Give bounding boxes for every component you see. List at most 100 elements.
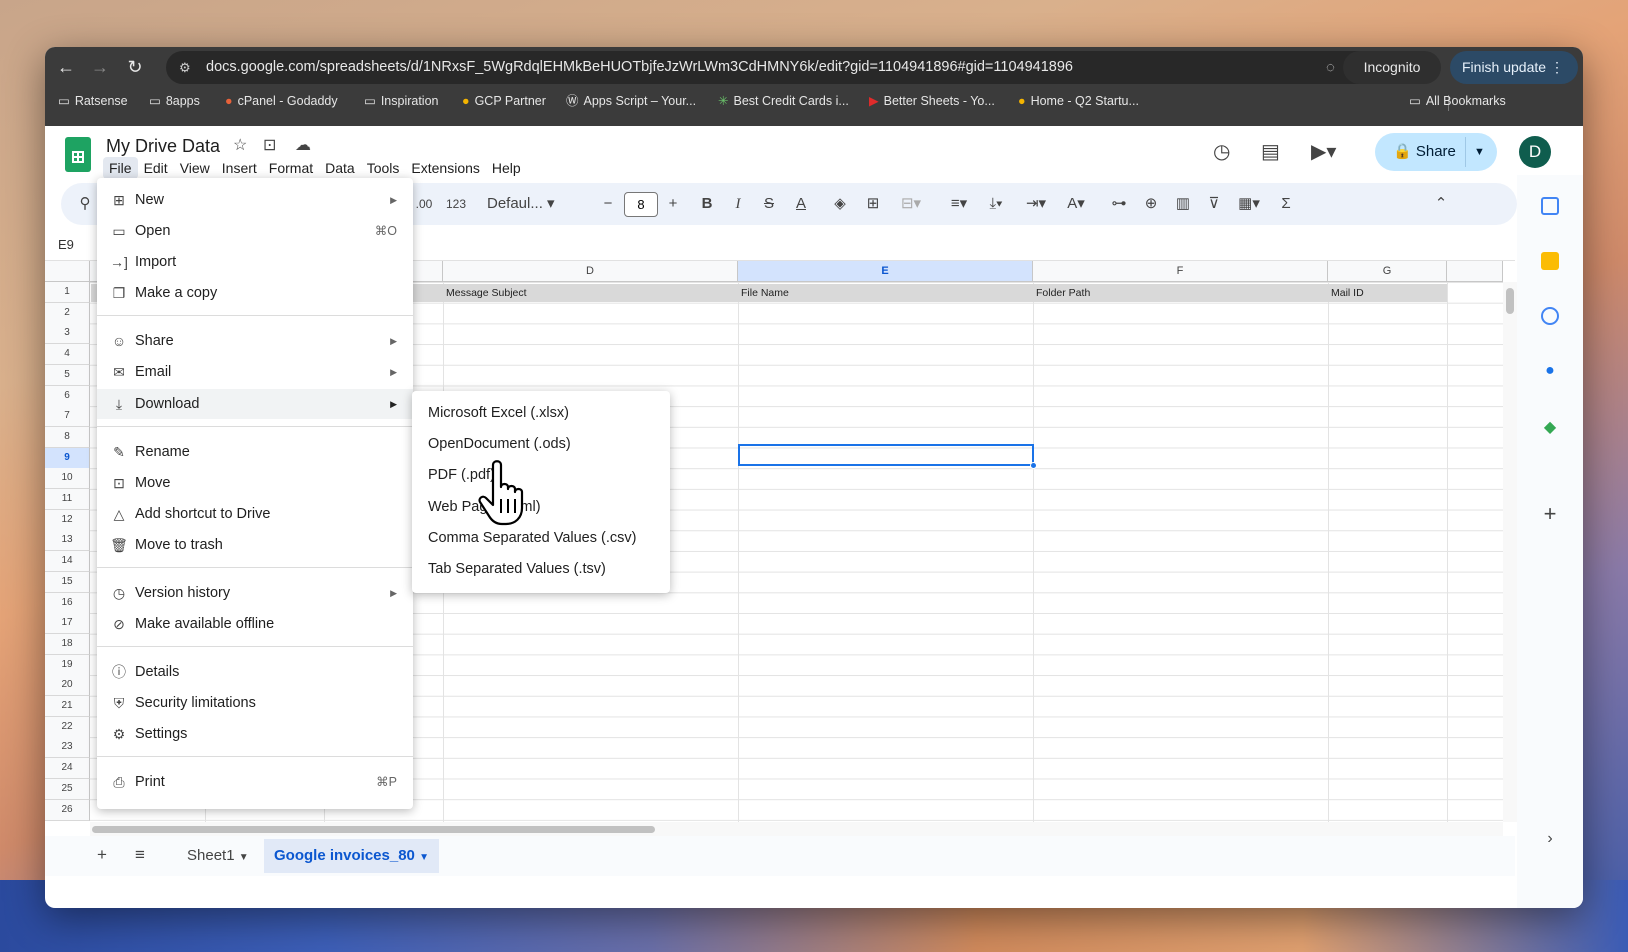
- name-box[interactable]: E9: [58, 237, 74, 252]
- all-sheets-icon[interactable]: ≡: [135, 845, 145, 865]
- header-cell-e[interactable]: File Name: [738, 284, 1033, 302]
- menu-item-new[interactable]: ⊞ New ▶: [97, 185, 413, 215]
- row-header[interactable]: 6: [45, 385, 90, 407]
- menu-tools[interactable]: Tools: [361, 157, 406, 179]
- scroll-thumb[interactable]: [92, 826, 655, 833]
- select-all-corner[interactable]: [45, 261, 90, 282]
- menu-data[interactable]: Data: [319, 157, 361, 179]
- menu-item-trash[interactable]: 🗑 Move to trash: [97, 530, 413, 560]
- row-header[interactable]: 16: [45, 592, 90, 614]
- column-header-g[interactable]: G: [1328, 261, 1447, 282]
- functions-icon[interactable]: Σ: [1276, 183, 1296, 225]
- menu-item-open[interactable]: ▭ Open ⌘O: [97, 216, 413, 246]
- menu-item-move[interactable]: ⊡ Move: [97, 468, 413, 498]
- history-icon[interactable]: ◷: [1213, 139, 1230, 164]
- borders-icon[interactable]: ⊞: [864, 183, 882, 225]
- menu-item-offline[interactable]: ⊘ Make available offline: [97, 609, 413, 639]
- bookmark-item[interactable]: ▭ Inspiration: [364, 89, 439, 113]
- decrease-font-icon[interactable]: −: [599, 183, 617, 225]
- text-wrap-icon[interactable]: ⇥▾: [1021, 183, 1051, 225]
- row-header[interactable]: 17: [45, 613, 90, 635]
- merge-cells-icon[interactable]: ⊟▾: [896, 183, 926, 225]
- row-header[interactable]: 5: [45, 364, 90, 386]
- bookmark-item[interactable]: ▭ 8apps: [149, 89, 200, 113]
- horizontal-scrollbar[interactable]: [90, 822, 1503, 836]
- menu-insert[interactable]: Insert: [216, 157, 263, 179]
- row-header[interactable]: 11: [45, 489, 90, 510]
- download-xlsx[interactable]: Microsoft Excel (.xlsx): [428, 398, 569, 428]
- finish-update-button[interactable]: Finish update ⋮: [1450, 51, 1578, 84]
- scroll-thumb[interactable]: [1506, 288, 1514, 314]
- comment-icon[interactable]: ⊕: [1141, 183, 1161, 225]
- download-tsv[interactable]: Tab Separated Values (.tsv): [428, 554, 606, 584]
- menu-item-settings[interactable]: ⚙ Settings: [97, 719, 413, 749]
- menu-item-add-shortcut[interactable]: △ Add shortcut to Drive: [97, 499, 413, 529]
- number-format-button[interactable]: 123: [441, 183, 471, 225]
- row-header[interactable]: 20: [45, 675, 90, 697]
- row-header[interactable]: 22: [45, 716, 90, 738]
- calendar-icon[interactable]: [1541, 197, 1559, 215]
- site-info-icon[interactable]: ⚙: [179, 51, 191, 84]
- meet-icon[interactable]: ▶▾: [1311, 139, 1336, 164]
- align-icon[interactable]: ≡▾: [944, 183, 974, 225]
- bookmark-item[interactable]: ✳ Best Credit Cards i...: [718, 89, 849, 113]
- bookmark-item[interactable]: ▶ Better Sheets - Yo...: [869, 89, 995, 113]
- increase-font-icon[interactable]: +: [664, 183, 682, 225]
- bookmark-item[interactable]: ● cPanel - Godaddy: [225, 89, 338, 113]
- sheet-tab[interactable]: Sheet1 ▼: [177, 839, 259, 873]
- row-header[interactable]: 14: [45, 551, 90, 573]
- menu-item-print[interactable]: ⎙ Print ⌘P: [97, 767, 413, 797]
- add-addon-icon[interactable]: +: [1541, 503, 1559, 525]
- maps-icon[interactable]: ◆: [1541, 417, 1559, 436]
- avatar[interactable]: D: [1519, 136, 1551, 168]
- menu-extensions[interactable]: Extensions: [405, 157, 485, 179]
- menu-help[interactable]: Help: [486, 157, 527, 179]
- filter-icon[interactable]: ⊽: [1204, 183, 1224, 225]
- tasks-icon[interactable]: [1541, 307, 1559, 325]
- move-folder-icon[interactable]: ⊡: [263, 135, 276, 155]
- row-header[interactable]: 18: [45, 633, 90, 655]
- row-header[interactable]: 4: [45, 344, 90, 366]
- bookmark-item[interactable]: ▭ Ratsense: [58, 89, 128, 113]
- strikethrough-icon[interactable]: S: [760, 183, 778, 225]
- font-family-select[interactable]: Defaul... ▾: [487, 183, 577, 225]
- cloud-status-icon[interactable]: ☁: [295, 135, 311, 155]
- all-bookmarks[interactable]: ▭ All Bookmarks: [1409, 89, 1506, 113]
- column-header-d[interactable]: D: [443, 261, 738, 282]
- row-header[interactable]: 9: [45, 447, 90, 469]
- share-button[interactable]: 🔒 Share ▼: [1375, 133, 1497, 171]
- search-icon[interactable]: ⚲: [75, 183, 95, 225]
- row-header[interactable]: 21: [45, 696, 90, 717]
- star-icon[interactable]: ☆: [233, 135, 247, 155]
- collapse-toolbar-icon[interactable]: ⌃: [1431, 183, 1451, 225]
- menu-item-copy[interactable]: ❐ Make a copy: [97, 278, 413, 308]
- header-cell-g[interactable]: Mail ID: [1328, 284, 1447, 302]
- increase-decimal-button[interactable]: .00: [411, 183, 437, 225]
- header-cell-f[interactable]: Folder Path: [1033, 284, 1328, 302]
- vertical-scrollbar[interactable]: [1503, 282, 1517, 822]
- comments-icon[interactable]: ▤: [1261, 139, 1280, 164]
- column-header[interactable]: [1447, 261, 1503, 282]
- selected-cell[interactable]: [738, 444, 1034, 466]
- row-header[interactable]: 1: [45, 282, 90, 303]
- row-header[interactable]: 25: [45, 778, 90, 800]
- bookmark-item[interactable]: ● GCP Partner: [462, 89, 546, 113]
- text-rotation-icon[interactable]: A▾: [1061, 183, 1091, 225]
- row-header[interactable]: 3: [45, 323, 90, 345]
- italic-icon[interactable]: I: [729, 183, 747, 225]
- menu-view[interactable]: View: [174, 157, 216, 179]
- chevron-right-icon[interactable]: ›: [1541, 830, 1559, 848]
- chevron-down-icon[interactable]: ▼: [1474, 133, 1485, 171]
- menu-item-version-history[interactable]: ◷ Version history ▶: [97, 578, 413, 608]
- row-header[interactable]: 10: [45, 468, 90, 490]
- download-ods[interactable]: OpenDocument (.ods): [428, 429, 571, 459]
- menu-file[interactable]: File: [103, 157, 138, 179]
- sheets-logo-icon[interactable]: [65, 137, 91, 172]
- contacts-icon[interactable]: ●: [1541, 362, 1559, 380]
- menu-format[interactable]: Format: [263, 157, 319, 179]
- back-icon[interactable]: ←: [54, 55, 78, 79]
- table-view-icon[interactable]: ▦▾: [1234, 183, 1264, 225]
- bookmark-item[interactable]: ● Home - Q2 Startu...: [1018, 89, 1139, 113]
- menu-item-details[interactable]: ⓘ Details: [97, 657, 413, 687]
- text-color-icon[interactable]: A: [792, 183, 810, 225]
